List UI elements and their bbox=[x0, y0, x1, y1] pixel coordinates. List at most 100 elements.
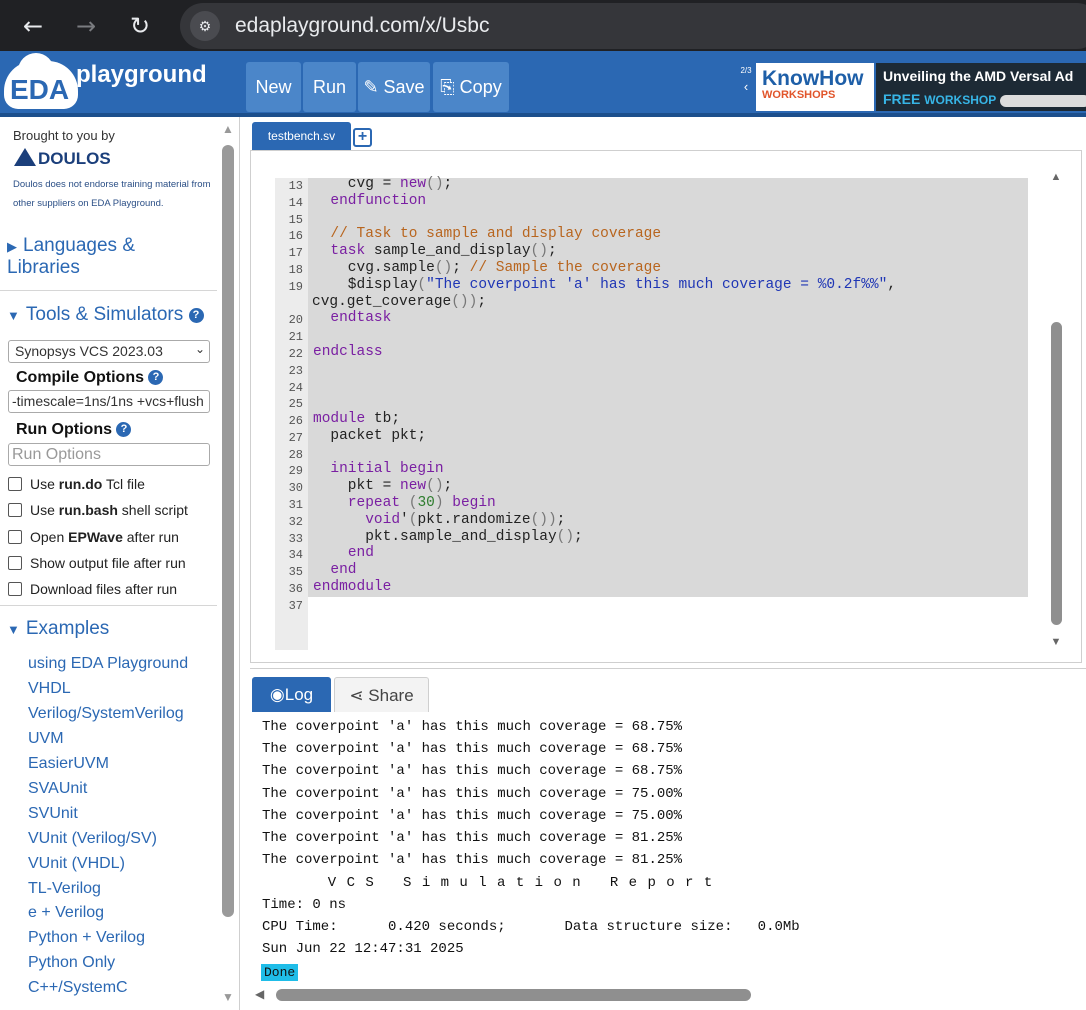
scroll-left-icon[interactable]: ◀ bbox=[255, 987, 264, 1001]
tools-simulators-toggle[interactable]: ▼ Tools & Simulators ? bbox=[7, 304, 204, 326]
line-number: 19 bbox=[288, 280, 303, 294]
line-number: 17 bbox=[288, 246, 303, 260]
ad-title: Unveiling the AMD Versal Ad bbox=[883, 68, 1074, 84]
line-number: 20 bbox=[288, 313, 303, 327]
log-horizontal-scrollbar-thumb[interactable] bbox=[276, 989, 751, 1001]
code-line[interactable]: task sample_and_display(); bbox=[313, 243, 556, 259]
scroll-up-icon[interactable]: ▲ bbox=[221, 122, 235, 136]
checkbox[interactable] bbox=[8, 582, 22, 596]
address-bar[interactable]: ⚙ edaplayground.com/x/Usbc bbox=[180, 3, 1086, 49]
caret-down-icon: ▼ bbox=[7, 308, 20, 323]
example-link[interactable]: VUnit (Verilog/SV) bbox=[28, 830, 157, 848]
scroll-up-icon[interactable]: ▲ bbox=[1049, 171, 1063, 183]
logo-eda-text[interactable]: EDA bbox=[10, 74, 69, 106]
code-line[interactable]: initial begin bbox=[313, 461, 443, 477]
code-line[interactable]: end bbox=[313, 562, 356, 578]
url-text[interactable]: edaplayground.com/x/Usbc bbox=[235, 14, 489, 38]
example-link[interactable]: SVUnit bbox=[28, 805, 78, 823]
open-epwave-checkbox[interactable]: Open EPWave after run bbox=[8, 529, 179, 545]
languages-libraries-toggle[interactable]: ▶ Languages & Libraries bbox=[7, 235, 207, 278]
tab-log[interactable]: ◉Log bbox=[252, 677, 331, 712]
code-line[interactable]: end bbox=[313, 545, 374, 561]
run-button[interactable]: Run bbox=[303, 62, 356, 112]
code-line[interactable]: repeat (30) begin bbox=[313, 495, 496, 511]
example-link[interactable]: VHDL bbox=[28, 680, 71, 698]
scroll-down-icon[interactable]: ▼ bbox=[1049, 636, 1063, 648]
log-line: The coverpoint 'a' has this much coverag… bbox=[262, 852, 683, 868]
checkbox[interactable] bbox=[8, 477, 22, 491]
code-line[interactable]: pkt = new(); bbox=[313, 478, 452, 494]
ad-banner[interactable]: Unveiling the AMD Versal Ad FREE WORKSHO… bbox=[876, 63, 1086, 111]
code-line[interactable]: cvg.get_coverage()); bbox=[312, 294, 486, 310]
forward-arrow-icon[interactable]: → bbox=[70, 10, 102, 42]
example-link[interactable]: SVAUnit bbox=[28, 780, 87, 798]
checkbox[interactable] bbox=[8, 556, 22, 570]
sidebar-scrollbar-thumb[interactable] bbox=[222, 145, 234, 917]
tab-share[interactable]: ⋖ Share bbox=[334, 677, 429, 712]
example-link[interactable]: UVM bbox=[28, 730, 64, 748]
example-link[interactable]: using EDA Playground bbox=[28, 655, 188, 673]
tab-testbench[interactable]: testbench.sv bbox=[252, 122, 351, 150]
ad-knowhow-logo[interactable]: KnowHow WORKSHOPS bbox=[756, 63, 874, 111]
log-line: Sun Jun 22 12:47:31 2025 bbox=[262, 941, 464, 957]
doulos-text: DOULOS bbox=[38, 149, 111, 168]
ad-free-label: FREE WORKSHOP bbox=[883, 91, 996, 107]
example-link[interactable]: VUnit (VHDL) bbox=[28, 855, 125, 873]
code-line[interactable]: $display("The coverpoint 'a' has this mu… bbox=[313, 277, 896, 293]
log-line: The coverpoint 'a' has this much coverag… bbox=[262, 741, 683, 757]
tools-label: Tools & Simulators bbox=[25, 304, 184, 325]
done-badge: Done bbox=[261, 964, 299, 981]
code-line[interactable]: module tb; bbox=[313, 411, 400, 427]
example-link[interactable]: C++/SystemC bbox=[28, 979, 128, 997]
run-options-input[interactable]: Run Options bbox=[8, 443, 210, 466]
code-line[interactable]: void'(pkt.randomize()); bbox=[313, 512, 565, 528]
code-line[interactable]: cvg = new(); bbox=[313, 176, 452, 192]
use-run-do-checkbox[interactable]: Use run.do Tcl file bbox=[8, 476, 145, 492]
example-link[interactable]: e + Verilog bbox=[28, 904, 104, 922]
back-arrow-icon[interactable]: ← bbox=[17, 10, 49, 42]
site-info-icon[interactable]: ⚙ bbox=[190, 11, 220, 41]
chevron-down-icon: ⌄ bbox=[194, 342, 205, 356]
checkbox[interactable] bbox=[8, 530, 22, 544]
code-line[interactable]: endtask bbox=[313, 310, 391, 326]
code-line[interactable]: packet pkt; bbox=[313, 428, 426, 444]
editor-scrollbar-thumb[interactable] bbox=[1051, 322, 1062, 625]
new-button[interactable]: New bbox=[246, 62, 301, 112]
help-icon[interactable]: ? bbox=[188, 308, 204, 323]
save-button[interactable]: ✎ Save bbox=[358, 62, 430, 112]
compile-options-label: Compile Options ? bbox=[16, 369, 164, 387]
line-number: 32 bbox=[288, 515, 303, 529]
add-tab-icon[interactable]: + bbox=[353, 128, 372, 147]
logo-playground-text[interactable]: playground bbox=[76, 61, 207, 89]
show-output-checkbox[interactable]: Show output file after run bbox=[8, 555, 186, 571]
example-link[interactable]: TL-Verilog bbox=[28, 880, 101, 898]
code-line[interactable]: cvg.sample(); // Sample the coverage bbox=[313, 260, 661, 276]
scroll-down-icon[interactable]: ▼ bbox=[221, 990, 235, 1004]
code-line[interactable]: endfunction bbox=[313, 193, 426, 209]
knowhow-title: KnowHow bbox=[762, 67, 864, 90]
example-link[interactable]: EasierUVM bbox=[28, 755, 109, 773]
use-run-bash-checkbox[interactable]: Use run.bash shell script bbox=[8, 502, 188, 518]
example-link[interactable]: Python Only bbox=[28, 954, 115, 972]
example-link[interactable]: Python + Verilog bbox=[28, 929, 145, 947]
line-number: 21 bbox=[288, 330, 303, 344]
knowhow-subtitle: WORKSHOPS bbox=[762, 89, 836, 101]
simulator-select[interactable]: Synopsys VCS 2023.03 ⌄ bbox=[8, 340, 210, 363]
code-line[interactable]: // Task to sample and display coverage bbox=[313, 226, 661, 242]
code-line[interactable]: endmodule bbox=[313, 579, 391, 595]
line-number: 31 bbox=[288, 498, 303, 512]
doulos-logo[interactable]: DOULOS bbox=[14, 148, 111, 169]
examples-toggle[interactable]: ▼ Examples bbox=[7, 618, 109, 640]
checkbox[interactable] bbox=[8, 503, 22, 517]
example-link[interactable]: Verilog/SystemVerilog bbox=[28, 705, 184, 723]
ad-progress-bar bbox=[1000, 95, 1086, 107]
ad-prev-icon[interactable]: ‹ bbox=[738, 79, 754, 94]
code-line[interactable]: endclass bbox=[313, 344, 383, 360]
compile-options-input[interactable]: -timescale=1ns/1ns +vcs+flush bbox=[8, 390, 210, 413]
copy-button[interactable]: ⎘ Copy bbox=[433, 62, 509, 112]
download-files-checkbox[interactable]: Download files after run bbox=[8, 581, 177, 597]
reload-icon[interactable]: ↻ bbox=[124, 10, 156, 42]
help-icon[interactable]: ? bbox=[116, 422, 132, 437]
help-icon[interactable]: ? bbox=[148, 370, 164, 385]
code-line[interactable]: pkt.sample_and_display(); bbox=[313, 529, 583, 545]
